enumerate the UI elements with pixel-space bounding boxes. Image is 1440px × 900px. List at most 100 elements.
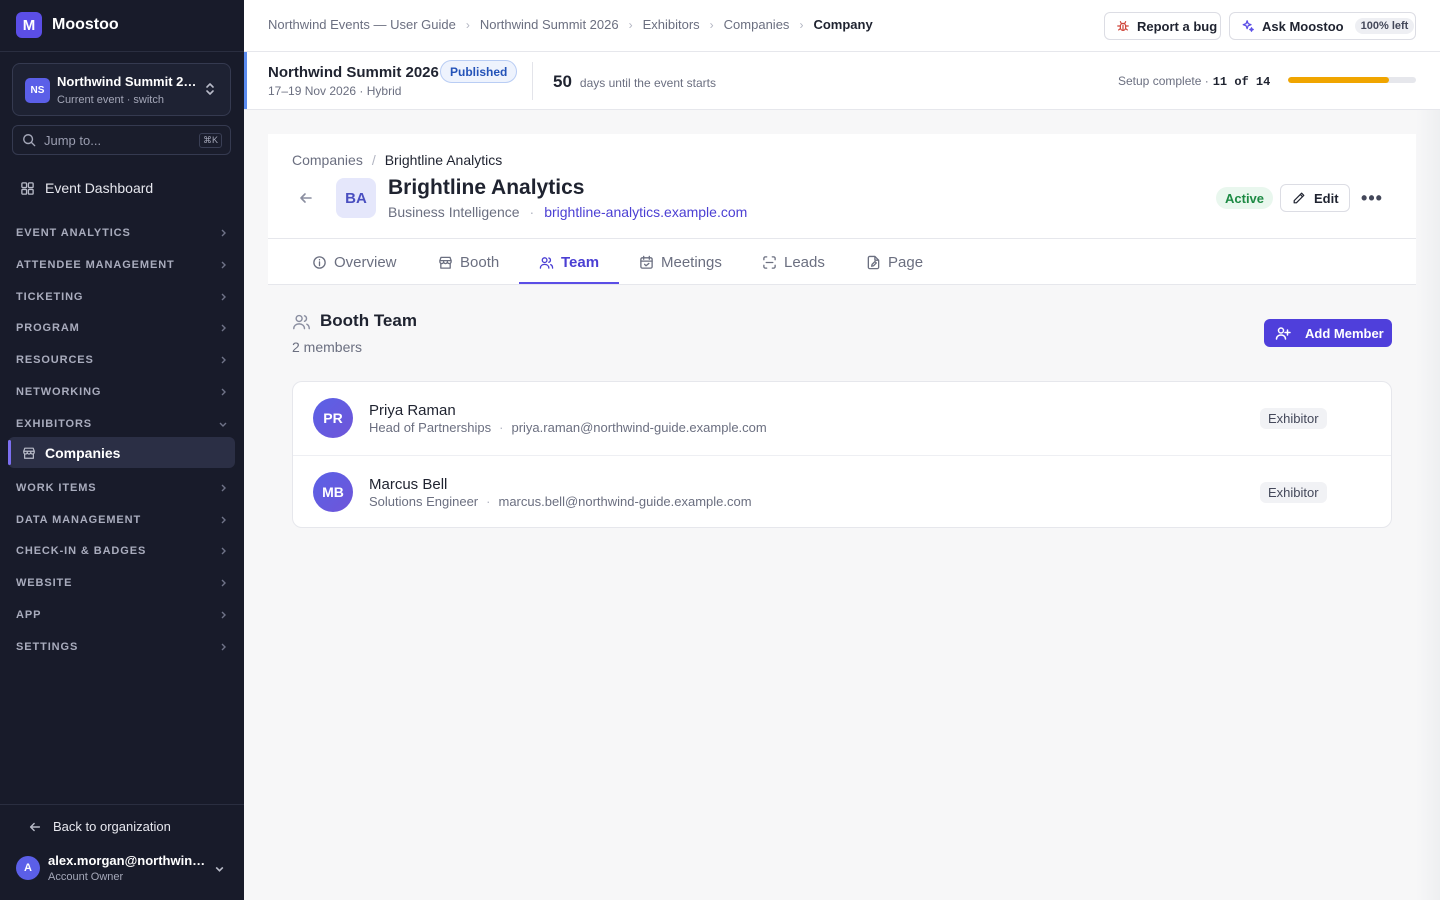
add-member-button[interactable]: Add Member [1264, 319, 1392, 347]
list-item[interactable]: MB Marcus Bell Solutions Engineer · marc… [293, 455, 1391, 528]
member-name: Priya Raman [369, 402, 456, 419]
chevron-right-icon [221, 516, 226, 524]
tab-team[interactable]: Team [539, 239, 599, 285]
account-email[interactable]: alex.morgan@northwind-guide.example.com [48, 853, 208, 868]
chevron-down-icon [219, 422, 227, 427]
meta-separator: · [529, 204, 535, 220]
store-icon [23, 447, 35, 459]
breadcrumb: Northwind Events — User Guide › Northwin… [268, 17, 873, 32]
sidebar-divider [0, 51, 244, 52]
member-details: Solutions Engineer · marcus.bell@northwi… [369, 494, 752, 509]
arrow-left-icon[interactable] [298, 190, 314, 206]
nav-section-attendee-management[interactable]: ATTENDEE MANAGEMENT [16, 256, 228, 274]
nav-section-event-analytics[interactable]: EVENT ANALYTICS [16, 224, 228, 242]
edit-button[interactable]: Edit [1280, 184, 1350, 212]
breadcrumb-companies[interactable]: Companies [292, 152, 363, 168]
nav-section-networking[interactable]: NETWORKING [16, 383, 228, 401]
company-name: Brightline Analytics [388, 176, 585, 199]
tab-overview[interactable]: Overview [312, 239, 397, 285]
sparkles-icon [1242, 20, 1254, 32]
arrow-left-icon [29, 822, 41, 831]
breadcrumb-item[interactable]: Northwind Summit 2026 [480, 17, 619, 32]
chevron-right-icon [221, 229, 226, 237]
nav-section-settings[interactable]: SETTINGS [16, 638, 228, 656]
nav-section-resources[interactable]: RESOURCES [16, 351, 228, 369]
chevron-right-icon [221, 388, 226, 396]
breadcrumb-item[interactable]: Exhibitors [643, 17, 700, 32]
nav-section-work-items[interactable]: WORK ITEMS [16, 479, 228, 497]
setup-label: Setup complete · [1118, 74, 1209, 88]
account-role: Account Owner [48, 871, 124, 883]
chevron-right-icon [221, 611, 226, 619]
nav-section-label: RESOURCES [16, 354, 94, 366]
back-to-organization-label: Back to organization [53, 819, 171, 834]
nav-section-check-in-badges[interactable]: CHECK-IN & BADGES [16, 542, 228, 560]
countdown-days: 50 [553, 72, 572, 91]
member-email: marcus.bell@northwind-guide.example.com [498, 494, 752, 509]
brand[interactable]: M Moostoo [16, 12, 119, 38]
list-item[interactable]: PR Priya Raman Head of Partnerships · pr… [293, 382, 1391, 455]
chevron-right-icon: › [465, 17, 470, 32]
nav-section-label: TICKETING [16, 291, 84, 303]
nav-section-label: EXHIBITORS [16, 418, 93, 430]
nav-section-exhibitors[interactable]: EXHIBITORS [16, 415, 228, 433]
tab-page[interactable]: Page [866, 239, 923, 285]
nav-section-label: WEBSITE [16, 577, 73, 589]
chevron-right-icon [221, 324, 226, 332]
calendar-check-icon [640, 255, 653, 269]
tab-meetings[interactable]: Meetings [639, 239, 722, 285]
company-meta: Business Intelligence · brightline-analy… [388, 204, 747, 220]
nav-section-website[interactable]: WEBSITE [16, 574, 228, 592]
nav-section-label: NETWORKING [16, 386, 102, 398]
role-badge: Exhibitor [1260, 482, 1327, 503]
event-bar-divider [532, 62, 533, 100]
account-avatar[interactable]: A [16, 856, 40, 880]
tab-label: Meetings [661, 253, 722, 271]
nav-section-data-management[interactable]: DATA MANAGEMENT [16, 511, 228, 529]
member-count: 2 members [292, 339, 363, 355]
nav-section-app[interactable]: APP [16, 606, 228, 624]
chevron-right-icon: › [799, 17, 804, 32]
nav-section-label: SETTINGS [16, 641, 79, 653]
tab-label: Team [561, 253, 600, 271]
tab-label: Booth [460, 253, 500, 271]
chevron-right-icon [221, 484, 226, 492]
chevron-right-icon [221, 293, 226, 301]
event-title: Northwind Summit 2026 [268, 64, 439, 81]
chevron-right-icon [221, 356, 226, 364]
nav-section-program[interactable]: PROGRAM [16, 319, 228, 337]
setup-value: 11 of 14 [1212, 75, 1271, 89]
report-bug-button[interactable]: Report a bug [1104, 12, 1221, 40]
nav-section-label: WORK ITEMS [16, 482, 97, 494]
nav-section-ticketing[interactable]: TICKETING [16, 288, 228, 306]
breadcrumb-item[interactable]: Companies [724, 17, 790, 32]
ask-moostoo-button[interactable]: Ask Moostoo 100% left [1229, 12, 1416, 40]
tab-label: Overview [334, 253, 397, 271]
avatar: MB [313, 472, 353, 512]
more-options-button[interactable]: ••• [1361, 188, 1382, 208]
nav-event-dashboard[interactable]: Event Dashboard [20, 180, 153, 196]
section-title: Booth Team [320, 311, 417, 330]
meta-separator: · [499, 420, 504, 435]
team-member-list: PR Priya Raman Head of Partnerships · pr… [292, 381, 1392, 528]
back-to-organization-link[interactable]: Back to organization [28, 819, 171, 834]
tab-booth[interactable]: Booth [438, 239, 499, 285]
chevron-down-icon[interactable] [214, 863, 225, 874]
status-badge: Active [1216, 187, 1274, 209]
company-header-card: Companies / Brightline Analytics BA Brig… [268, 134, 1416, 285]
sidebar-bottom-divider [0, 804, 244, 805]
tab-leads[interactable]: Leads [762, 239, 825, 285]
company-website-link[interactable]: brightline-analytics.example.com [544, 204, 747, 220]
chevron-right-icon [221, 643, 226, 651]
setup-progress-text: Setup complete · 11 of 14 [1118, 74, 1270, 89]
file-edit-icon [867, 255, 880, 269]
shortcut-hint: ⌘K [198, 133, 222, 148]
company-industry: Business Intelligence [388, 204, 520, 220]
member-title: Head of Partnerships [369, 420, 492, 435]
breadcrumb-item[interactable]: Northwind Events — User Guide [268, 17, 456, 32]
event-switcher[interactable]: NS Northwind Summit 2026 Current event ·… [12, 63, 231, 116]
nav-item-companies[interactable]: Companies [8, 437, 235, 468]
event-status-bar: Northwind Summit 2026 Published 17–19 No… [244, 52, 1440, 110]
jump-to-search[interactable]: Jump to... ⌘K [12, 125, 231, 155]
dashboard-icon [21, 181, 34, 195]
